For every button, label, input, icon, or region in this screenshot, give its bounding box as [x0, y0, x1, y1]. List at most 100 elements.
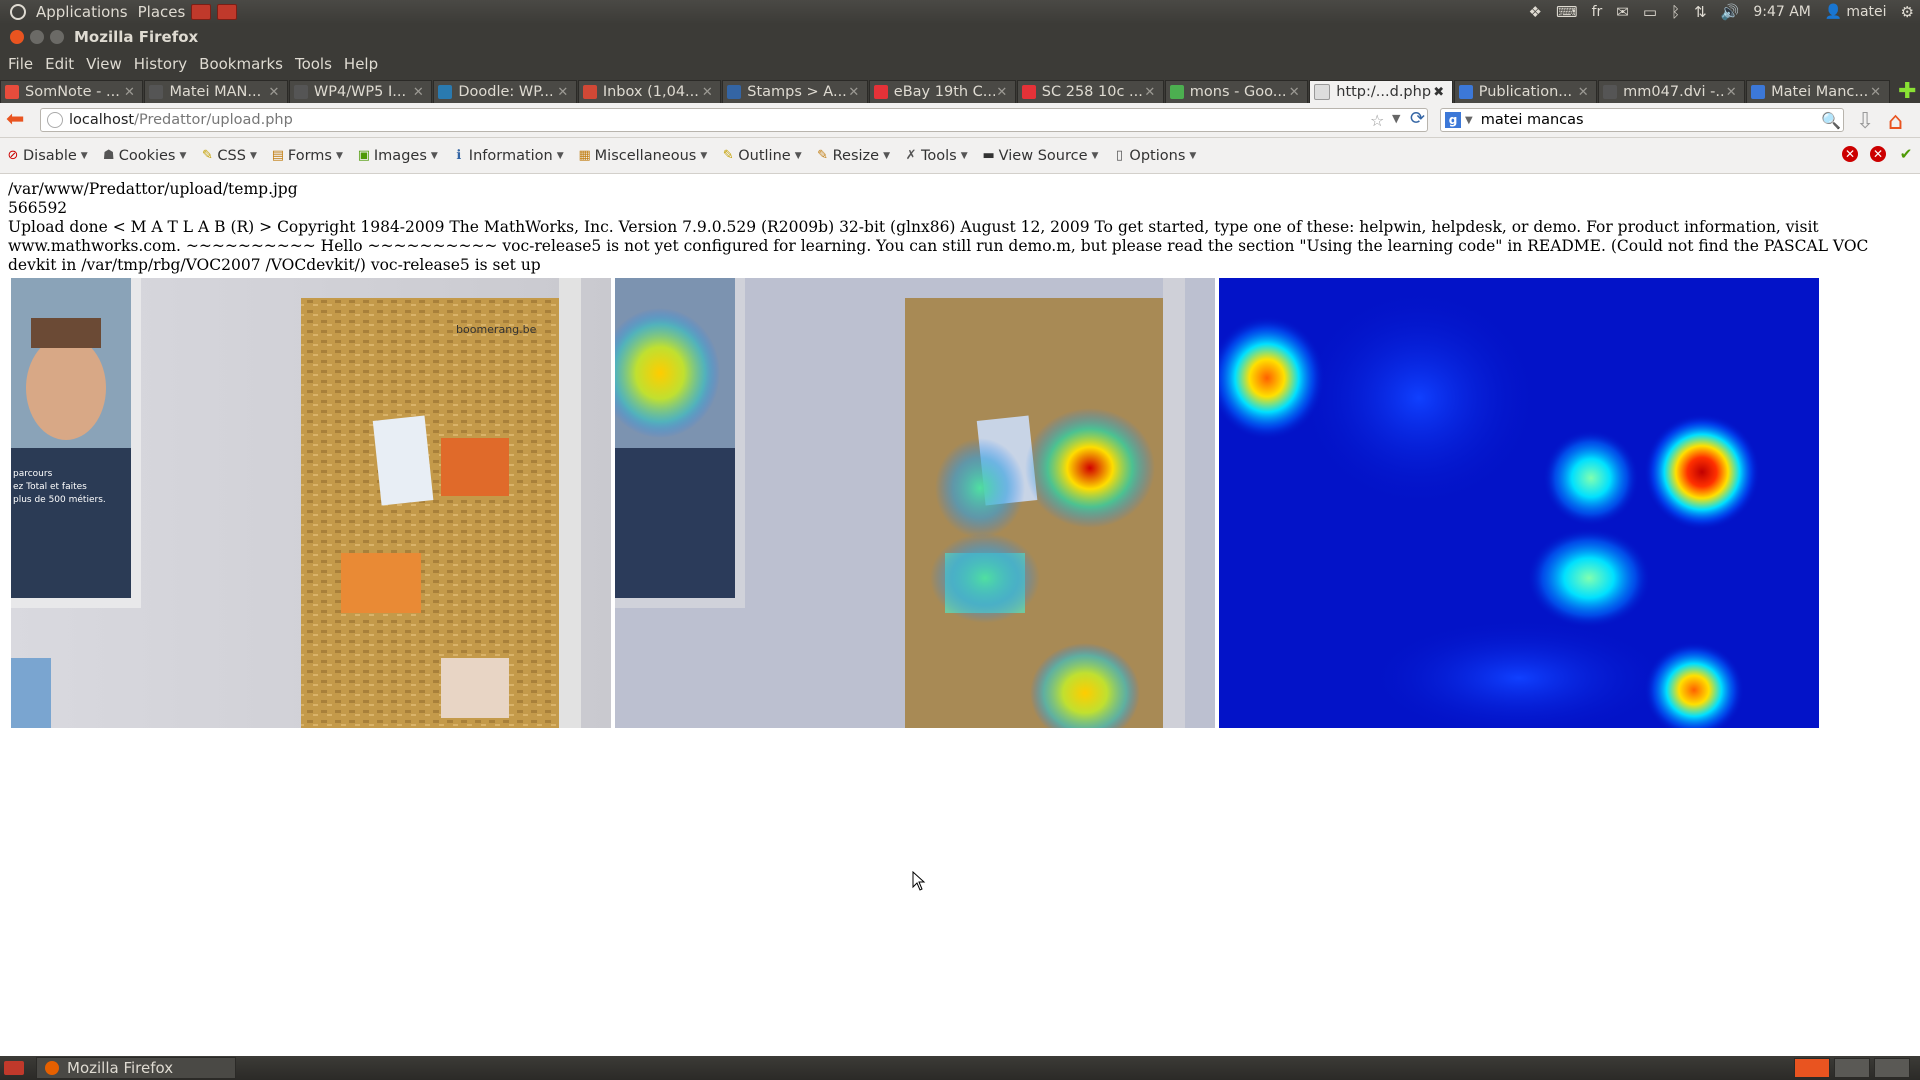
devbar-cookies-button[interactable]: ☗ Cookies ▼	[102, 148, 187, 164]
menu-tools[interactable]: Tools	[295, 55, 332, 73]
devbar-label: Disable	[23, 147, 77, 164]
css-error-icon[interactable]: ✕	[1842, 146, 1858, 162]
tab-close-icon[interactable]: ✕	[411, 85, 425, 100]
tab[interactable]: eBay 19th C... ✕	[868, 80, 1016, 103]
tab[interactable]: Matei Manc... ✕	[1746, 80, 1890, 103]
workspace-1[interactable]	[1794, 1058, 1830, 1078]
reload-icon[interactable]: ⟳	[1410, 108, 1425, 129]
tab-close-icon[interactable]: ✕	[847, 85, 861, 100]
workspace-2[interactable]	[1834, 1058, 1870, 1078]
home-icon[interactable]: ⌂	[1888, 107, 1903, 135]
tab-close-icon[interactable]: ✕	[995, 85, 1009, 100]
show-desktop-icon[interactable]	[4, 1061, 24, 1075]
indicator-area: ❖ ⌨ fr ✉ ▭ ᛒ ⇅ 🔊 9:47 AM 👤 matei ⚙	[1529, 0, 1915, 24]
tab-close-icon[interactable]: ✕	[1143, 85, 1157, 100]
dropbox-icon[interactable]: ❖	[1529, 3, 1542, 21]
mail-icon[interactable]: ✉	[1616, 3, 1629, 21]
document-valid-check-icon[interactable]: ✔	[1898, 146, 1914, 162]
tab[interactable]: mm047.dvi -... ✕	[1598, 80, 1746, 103]
tab-close-icon[interactable]: ✕	[700, 85, 714, 100]
devbar-miscellaneous-button[interactable]: ▦ Miscellaneous ▼	[578, 148, 708, 164]
tab-favicon-icon	[582, 85, 597, 99]
session-gear-icon[interactable]: ⚙	[1901, 3, 1914, 21]
taskbar-window-button[interactable]: Mozilla Firefox	[36, 1057, 236, 1079]
search-engine-icon[interactable]: g	[1445, 112, 1461, 128]
devbar-options-button[interactable]: ▯ Options ▼	[1112, 148, 1196, 164]
tab-favicon-icon	[1169, 85, 1184, 99]
search-icon[interactable]: 🔍	[1821, 111, 1841, 130]
tab-close-icon[interactable]: ✕	[556, 85, 570, 100]
download-icon[interactable]: ⇩	[1856, 109, 1874, 134]
tab-close-icon[interactable]: ✖	[1432, 85, 1446, 100]
keyboard-layout[interactable]: fr	[1592, 4, 1603, 20]
tab[interactable]: Publication... ✕	[1453, 80, 1598, 103]
devbar-label: Outline	[738, 147, 791, 164]
menu-history[interactable]: History	[134, 55, 187, 73]
user-icon[interactable]: 👤	[1825, 4, 1842, 20]
applications-menu[interactable]: Applications	[36, 3, 128, 21]
tab[interactable]: SomNote - ... ✕	[0, 80, 144, 103]
tab-close-icon[interactable]: ✕	[122, 85, 136, 100]
site-identity-icon[interactable]	[47, 112, 63, 128]
devbar-images-button[interactable]: ▣ Images ▼	[357, 148, 438, 164]
tab-favicon-icon	[873, 85, 888, 99]
devbar-forms-button[interactable]: ▤ Forms ▼	[271, 148, 343, 164]
search-engine-dropdown-icon[interactable]: ▼	[1465, 115, 1473, 126]
file-size: 566592	[8, 199, 68, 217]
devbar-resize-button[interactable]: ✎ Resize ▼	[816, 148, 890, 164]
menu-bookmarks[interactable]: Bookmarks	[199, 55, 283, 73]
devbar-outline-button[interactable]: ✎ Outline ▼	[721, 147, 802, 164]
back-arrow-icon[interactable]: ⬅	[6, 109, 30, 131]
window-maximize-button[interactable]	[50, 30, 64, 44]
devbar-label: Tools	[921, 147, 957, 164]
window-minimize-button[interactable]	[30, 30, 44, 44]
devbar-information-button[interactable]: ℹ Information ▼	[452, 148, 563, 164]
menu-edit[interactable]: Edit	[45, 55, 74, 73]
search-query[interactable]: matei mancas	[1481, 112, 1584, 128]
devbar-disable-button[interactable]: ⊘ Disable ▼	[6, 148, 88, 164]
url-bar[interactable]: localhost /Predattor/upload.php	[40, 108, 1428, 132]
tab[interactable]: WP4/WP5 I... ✕	[288, 80, 433, 103]
bluetooth-icon[interactable]: ᛒ	[1671, 3, 1680, 21]
clock[interactable]: 9:47 AM	[1753, 4, 1811, 20]
user-name[interactable]: matei	[1846, 4, 1886, 20]
tab-close-icon[interactable]: ✕	[267, 85, 281, 100]
js-error-icon[interactable]: ✕	[1870, 146, 1886, 162]
tab-close-icon[interactable]: ✕	[1869, 85, 1883, 100]
tab[interactable]: Matei MAN... ✕	[144, 80, 288, 103]
tab-label: Matei MAN...	[169, 84, 262, 100]
web-developer-toolbar: ⊘ Disable ▼ ☗ Cookies ▼ ✎ CSS ▼ ▤ Forms ▼ ▣ Image…	[0, 138, 1920, 174]
bookmark-star-icon[interactable]: ☆	[1370, 111, 1384, 130]
tab[interactable]: SC 258 10c ... ✕	[1016, 80, 1164, 103]
search-bar[interactable]: g ▼ matei mancas 🔍	[1440, 108, 1844, 132]
menu-view[interactable]: View	[86, 55, 122, 73]
tab-close-icon[interactable]: ✕	[1576, 85, 1590, 100]
menu-file[interactable]: File	[8, 55, 33, 73]
ubuntu-logo-icon[interactable]	[10, 4, 26, 20]
window-close-button[interactable]	[10, 30, 24, 44]
volume-icon[interactable]: 🔊	[1721, 3, 1740, 21]
tab[interactable]: mons - Goo... ✕	[1164, 80, 1309, 103]
menu-help[interactable]: Help	[344, 55, 378, 73]
keyboard-icon[interactable]: ⌨	[1556, 3, 1578, 21]
launcher-icon[interactable]	[191, 4, 212, 20]
tab[interactable]: Stamps > A... ✕	[722, 80, 868, 103]
cookies-icon: ☗	[102, 147, 115, 163]
devbar-css-button[interactable]: ✎ CSS ▼	[200, 148, 257, 164]
new-tab-button[interactable]: ✚	[1895, 80, 1920, 103]
tab-close-icon[interactable]: ✕	[1287, 85, 1301, 100]
tab[interactable]: Doodle: WP... ✕	[433, 80, 577, 103]
url-history-dropdown-icon[interactable]: ▼	[1392, 112, 1400, 125]
tab-close-icon[interactable]: ✕	[1724, 85, 1738, 100]
devbar-view-source-button[interactable]: ▬ View Source ▼	[982, 148, 1099, 164]
devbar-label: View Source	[998, 147, 1088, 164]
launcher-icon[interactable]	[217, 4, 238, 20]
devbar-tools-button[interactable]: ✗ Tools ▼	[904, 148, 968, 164]
poster-text: plus de 500 métiers.	[13, 494, 106, 505]
places-menu[interactable]: Places	[138, 3, 186, 21]
battery-icon[interactable]: ▭	[1643, 3, 1657, 21]
tab-active[interactable]: http:/...d.php ✖	[1309, 80, 1453, 103]
tab[interactable]: Inbox (1,04... ✕	[577, 80, 722, 103]
network-icon[interactable]: ⇅	[1694, 3, 1707, 21]
workspace-3[interactable]	[1874, 1058, 1910, 1078]
